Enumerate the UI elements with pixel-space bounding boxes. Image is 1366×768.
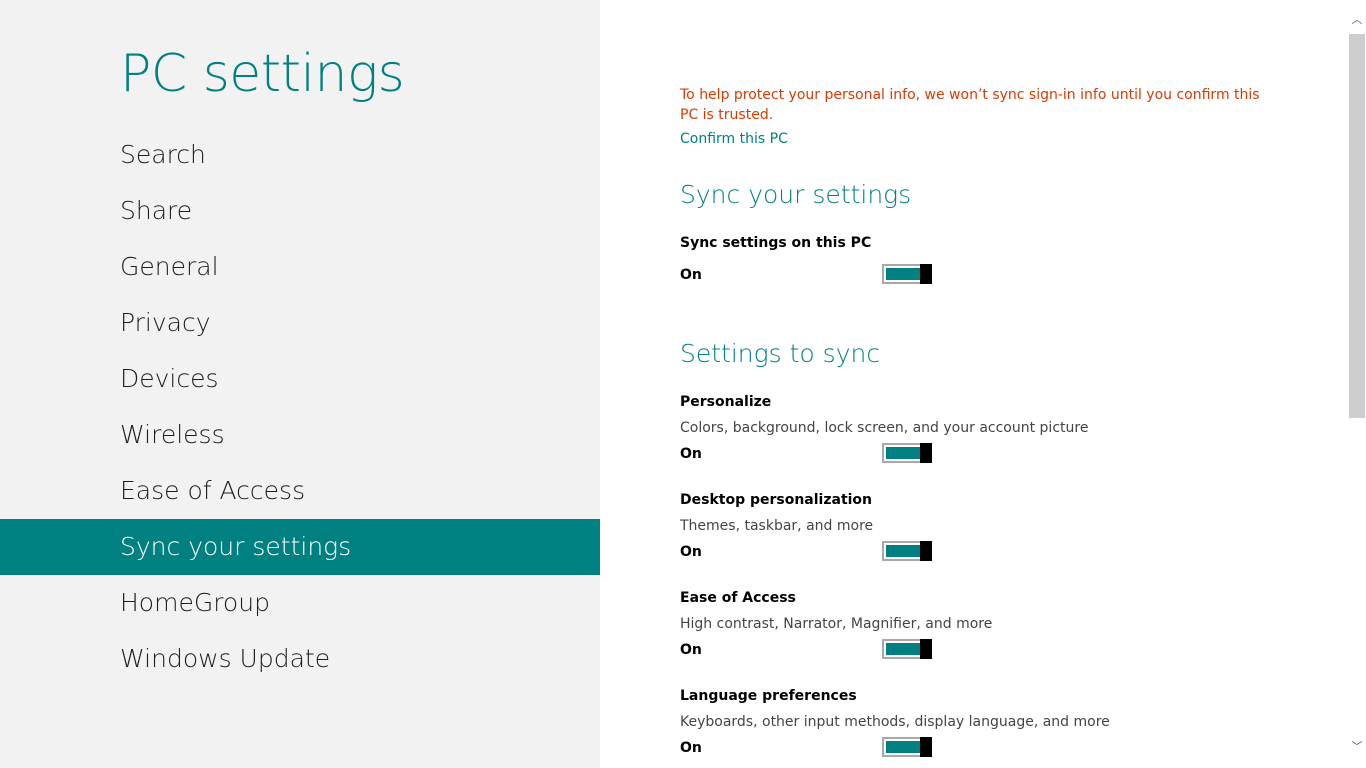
language-preferences-description: Keyboards, other input methods, display … xyxy=(680,714,1110,730)
desktop-personalization-toggle[interactable] xyxy=(882,541,932,561)
toggle-fill xyxy=(886,268,920,280)
language-preferences-label: Language preferences xyxy=(680,688,857,704)
desktop-personalization-label: Desktop personalization xyxy=(680,492,873,508)
ease-of-access-label: Ease of Access xyxy=(680,590,796,606)
language-preferences-state: On xyxy=(680,740,702,756)
nav-item-devices[interactable]: Devices xyxy=(0,351,600,407)
ease-of-access-description: High contrast, Narrator, Magnifier, and … xyxy=(680,616,993,632)
nav-item-windows-update[interactable]: Windows Update xyxy=(0,631,600,687)
toggle-fill xyxy=(886,643,920,655)
sync-section-heading: Sync your settings xyxy=(680,180,912,209)
toggle-fill xyxy=(886,741,920,753)
toggle-thumb xyxy=(920,639,932,659)
settings-pane: To help protect your personal info, we w… xyxy=(600,0,1348,768)
toggle-fill xyxy=(886,545,920,557)
nav-item-homegroup[interactable]: HomeGroup xyxy=(0,575,600,631)
nav-list: Search Share General Privacy Devices Wir… xyxy=(0,127,600,687)
sync-settings-state: On xyxy=(680,267,702,283)
nav-item-privacy[interactable]: Privacy xyxy=(0,295,600,351)
scroll-down-arrow-icon[interactable]: ﹀ xyxy=(1348,738,1366,756)
sync-settings-label: Sync settings on this PC xyxy=(680,235,872,251)
sync-settings-toggle[interactable] xyxy=(882,264,932,284)
toggle-thumb xyxy=(920,443,932,463)
desktop-personalization-description: Themes, taskbar, and more xyxy=(680,518,874,534)
ease-of-access-toggle[interactable] xyxy=(882,639,932,659)
toggle-fill xyxy=(886,447,920,459)
settings-to-sync-heading: Settings to sync xyxy=(680,339,881,368)
desktop-personalization-state: On xyxy=(680,544,702,560)
toggle-thumb xyxy=(920,737,932,757)
language-preferences-toggle[interactable] xyxy=(882,737,932,757)
vertical-scrollbar[interactable]: ︿ ﹀ xyxy=(1348,0,1366,768)
toggle-thumb xyxy=(920,541,932,561)
nav-item-share[interactable]: Share xyxy=(0,183,600,239)
scroll-thumb[interactable] xyxy=(1349,34,1365,418)
personalize-state: On xyxy=(680,446,702,462)
personalize-toggle[interactable] xyxy=(882,443,932,463)
nav-item-ease-of-access[interactable]: Ease of Access xyxy=(0,463,600,519)
scroll-up-arrow-icon[interactable]: ︿ xyxy=(1348,11,1366,29)
navigation-pane: PC settings Search Share General Privacy… xyxy=(0,0,600,768)
nav-item-wireless[interactable]: Wireless xyxy=(0,407,600,463)
nav-item-sync-your-settings[interactable]: Sync your settings xyxy=(0,519,600,575)
trust-warning-message: To help protect your personal info, we w… xyxy=(680,87,1260,123)
confirm-this-pc-link[interactable]: Confirm this PC xyxy=(680,131,788,147)
nav-item-general[interactable]: General xyxy=(0,239,600,295)
personalize-label: Personalize xyxy=(680,394,772,410)
toggle-thumb xyxy=(920,264,932,284)
page-title: PC settings xyxy=(120,44,405,104)
personalize-description: Colors, background, lock screen, and you… xyxy=(680,420,1089,436)
ease-of-access-state: On xyxy=(680,642,702,658)
nav-item-search[interactable]: Search xyxy=(0,127,600,183)
